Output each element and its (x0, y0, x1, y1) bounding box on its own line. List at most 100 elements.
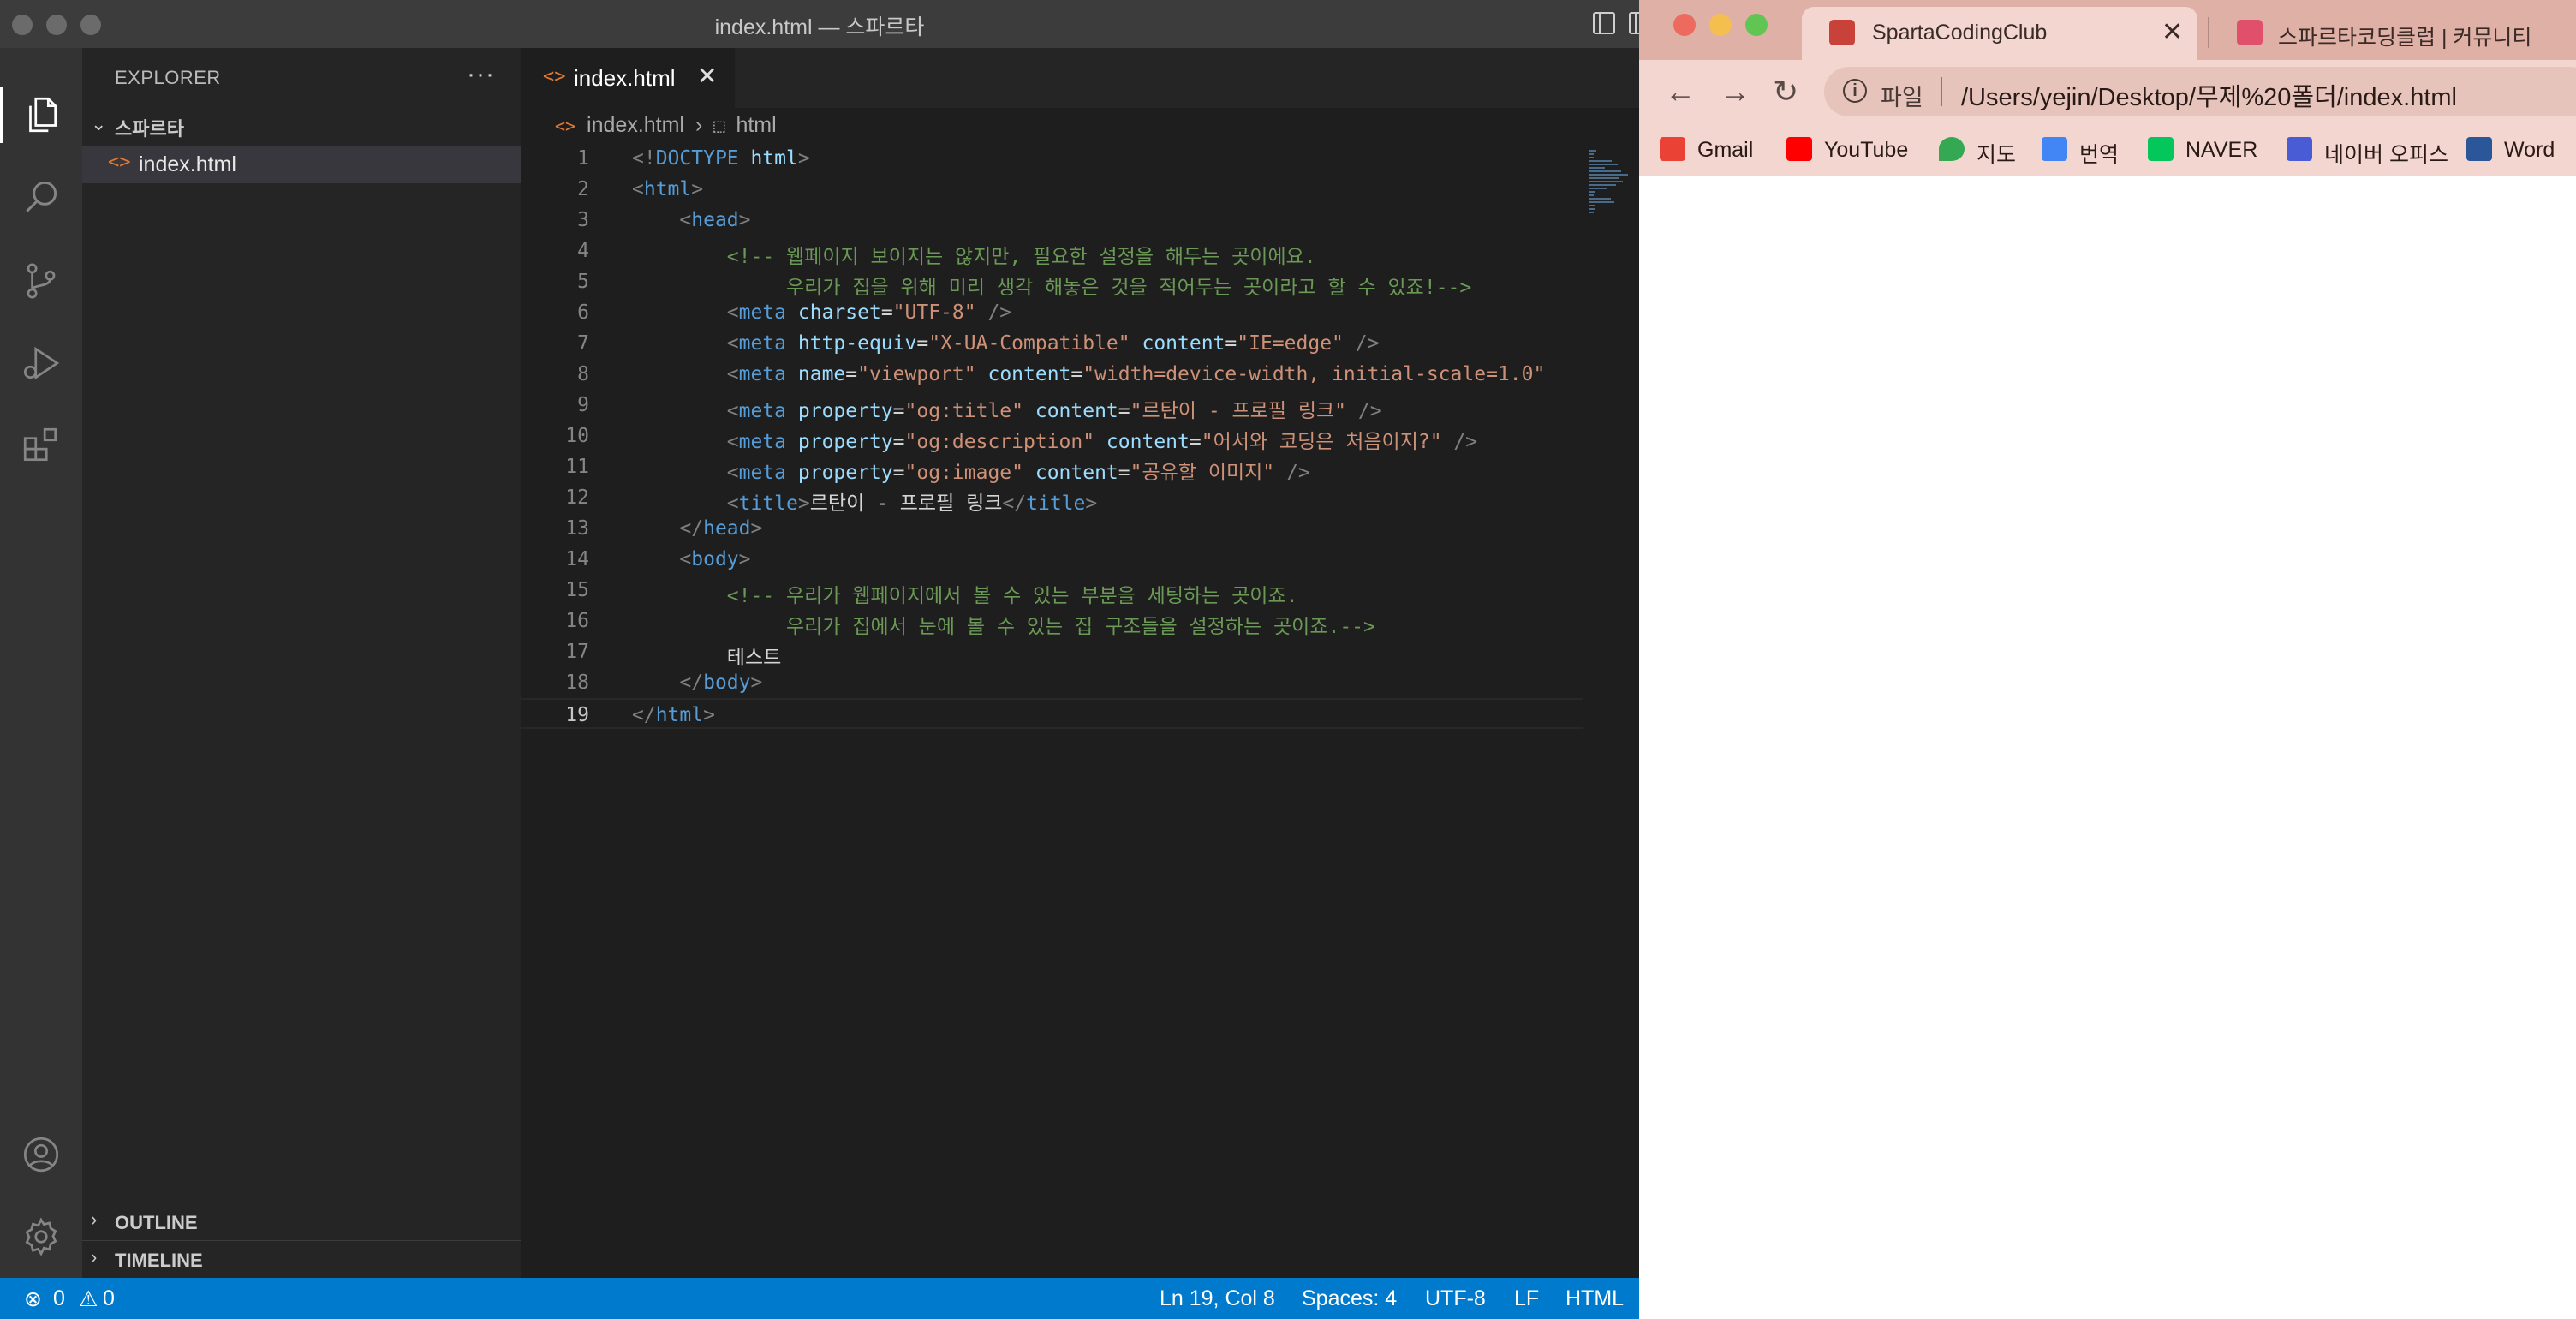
code-line[interactable]: 9 <meta property="og:title" content="르탄이… (521, 390, 1583, 423)
code-line[interactable]: 4 <!-- 웹페이지 보이지는 않지만, 필요한 설정을 해두는 곳이에요. (521, 236, 1583, 269)
run-debug-icon[interactable] (17, 339, 65, 387)
code-token: "width=device-width, initial-scale=1.0" (1082, 363, 1546, 385)
window-close-button[interactable] (1673, 14, 1696, 36)
code-line[interactable]: 7 <meta http-equiv="X-UA-Compatible" con… (521, 328, 1583, 359)
line-source[interactable]: <!DOCTYPE html> (632, 147, 810, 170)
minimap-line (1589, 167, 1605, 169)
close-icon[interactable]: ✕ (697, 62, 717, 90)
reload-icon[interactable]: ↻ (1773, 74, 1798, 110)
code-token: < (726, 332, 739, 355)
sparta-favicon (1829, 20, 1855, 45)
line-source[interactable]: </body> (632, 671, 762, 694)
line-source[interactable]: <meta property="og:image" content="공유할 이… (632, 456, 1310, 485)
toggle-panel-icon[interactable] (1629, 12, 1639, 34)
minimap[interactable] (1583, 143, 1639, 1278)
cursor-position[interactable]: Ln 19, Col 8 (1160, 1286, 1275, 1311)
line-source[interactable]: 테스트 (632, 641, 781, 670)
line-source[interactable]: <title>르탄이 - 프로필 링크</title> (632, 486, 1097, 516)
code-line[interactable]: 16 우리가 집에서 눈에 볼 수 있는 집 구조들을 설정하는 곳이죠.--> (521, 606, 1583, 639)
line-number: 10 (565, 425, 589, 447)
browser-tab[interactable]: 스파르타코딩클럽 | 커뮤니티 (2218, 7, 2576, 60)
close-icon[interactable]: ✕ (2162, 17, 2183, 47)
warning-icon[interactable]: ⚠ (79, 1286, 98, 1312)
code-line[interactable]: 19 </html> (521, 698, 1583, 729)
code-line[interactable]: 1 <!DOCTYPE html> (521, 143, 1583, 174)
back-arrow-icon[interactable]: ← (1665, 74, 1696, 110)
line-source[interactable]: <meta name="viewport" content="width=dev… (632, 363, 1546, 385)
breadcrumb-separator: › (695, 113, 703, 137)
code-line[interactable]: 13 </head> (521, 513, 1583, 544)
settings-gear-icon[interactable] (17, 1213, 65, 1261)
line-source[interactable]: <head> (632, 209, 750, 231)
address-bar[interactable]: i 파일 /Users/yejin/Desktop/무제%20폴더/index.… (1824, 67, 2576, 116)
code-line[interactable]: 15 <!-- 우리가 웹페이지에서 볼 수 있는 부분을 세팅하는 곳이죠. (521, 575, 1583, 608)
more-actions-button[interactable]: ··· (467, 60, 495, 89)
code-line[interactable]: 6 <meta charset="UTF-8" /> (521, 297, 1583, 328)
page-content[interactable] (1639, 177, 2576, 1319)
symbol-icon: ⬚ (713, 116, 725, 137)
window-zoom-button[interactable] (1745, 14, 1768, 36)
errors-icon[interactable]: ⊗ (24, 1286, 42, 1312)
outline-panel-header[interactable]: › OUTLINE (82, 1203, 521, 1240)
line-source[interactable]: <meta property="og:description" content=… (632, 425, 1477, 454)
code-token: < (679, 548, 692, 570)
indentation[interactable]: Spaces: 4 (1302, 1286, 1397, 1311)
code-line[interactable]: 3 <head> (521, 205, 1583, 236)
search-icon[interactable] (17, 173, 65, 221)
code-line[interactable]: 12 <title>르탄이 - 프로필 링크</title> (521, 482, 1583, 516)
explorer-icon[interactable] (17, 91, 65, 139)
line-source[interactable]: <!-- 웹페이지 보이지는 않지만, 필요한 설정을 해두는 곳이에요. (632, 240, 1316, 269)
breadcrumb-symbol[interactable]: html (736, 113, 776, 137)
code-line[interactable]: 8 <meta name="viewport" content="width=d… (521, 359, 1583, 390)
code-line[interactable]: 14 <body> (521, 544, 1583, 575)
line-source[interactable]: <meta http-equiv="X-UA-Compatible" conte… (632, 332, 1380, 355)
window-minimize-button[interactable] (1709, 14, 1732, 36)
minimap-line (1589, 153, 1594, 155)
encoding[interactable]: UTF-8 (1425, 1286, 1486, 1311)
line-source[interactable]: <html> (632, 178, 703, 200)
line-source[interactable]: <!-- 우리가 웹페이지에서 볼 수 있는 부분을 세팅하는 곳이죠. (632, 579, 1298, 608)
line-number: 13 (565, 517, 589, 540)
code-line[interactable]: 18 </body> (521, 667, 1583, 698)
code-token: head (691, 209, 739, 231)
browser-tab-active[interactable]: SpartaCodingClub ✕ (1802, 7, 2197, 60)
bookmark-label: 지도 (1977, 143, 2017, 167)
code-editor[interactable]: 1 <!DOCTYPE html> 2 <html> 3 <head> 4 <!-- 웹페… (521, 143, 1583, 729)
code-token: > (750, 517, 763, 540)
end-of-line[interactable]: LF (1514, 1286, 1539, 1311)
url-text[interactable]: /Users/yejin/Desktop/무제%20폴더/index.html (1961, 77, 2457, 113)
line-source[interactable]: 우리가 집에서 눈에 볼 수 있는 집 구조들을 설정하는 곳이죠.--> (632, 610, 1375, 639)
tab-strip: SpartaCodingClub ✕ 스파르타코딩클럽 | 커뮤니티 (1639, 0, 2576, 60)
minimap-line (1589, 174, 1628, 176)
editor-tab-index-html[interactable]: <> index.html ✕ (521, 48, 735, 108)
line-source[interactable]: 우리가 집을 위해 미리 생각 해놓은 것을 적어두는 곳이라고 할 수 있죠!… (632, 271, 1471, 300)
line-source[interactable]: <meta property="og:title" content="르탄이 -… (632, 394, 1382, 423)
line-source[interactable]: <body> (632, 548, 750, 570)
info-icon[interactable]: i (1843, 79, 1867, 103)
language-mode[interactable]: HTML (1565, 1286, 1624, 1311)
code-line[interactable]: 17 테스트 (521, 636, 1583, 670)
line-source[interactable]: </html> (632, 704, 715, 726)
code-token: name (786, 363, 846, 385)
source-control-icon[interactable] (17, 257, 65, 305)
code-line[interactable]: 2 <html> (521, 174, 1583, 205)
minimap-line (1589, 212, 1594, 213)
warnings-count[interactable]: 0 (103, 1286, 115, 1311)
folder-row[interactable]: ⌄ 스파르타 (82, 108, 521, 142)
code-line[interactable]: 11 <meta property="og:image" content="공유… (521, 451, 1583, 485)
timeline-panel-header[interactable]: › TIMELINE (82, 1240, 521, 1278)
line-source[interactable]: <meta charset="UTF-8" /> (632, 301, 1011, 324)
file-item[interactable]: <> index.html (82, 146, 521, 183)
code-line[interactable]: 10 <meta property="og:description" conte… (521, 421, 1583, 454)
code-line[interactable]: 5 우리가 집을 위해 미리 생각 해놓은 것을 적어두는 곳이라고 할 수 있… (521, 266, 1583, 300)
errors-count[interactable]: 0 (53, 1286, 65, 1311)
code-token: < (726, 492, 739, 515)
breadcrumb-file[interactable]: index.html (587, 113, 684, 137)
minimap-line (1589, 191, 1595, 193)
line-source[interactable]: </head> (632, 517, 762, 540)
toggle-sidebar-icon[interactable] (1593, 12, 1615, 34)
extensions-icon[interactable] (17, 421, 65, 469)
forward-arrow-icon[interactable]: → (1720, 74, 1750, 110)
account-icon[interactable] (17, 1131, 65, 1179)
